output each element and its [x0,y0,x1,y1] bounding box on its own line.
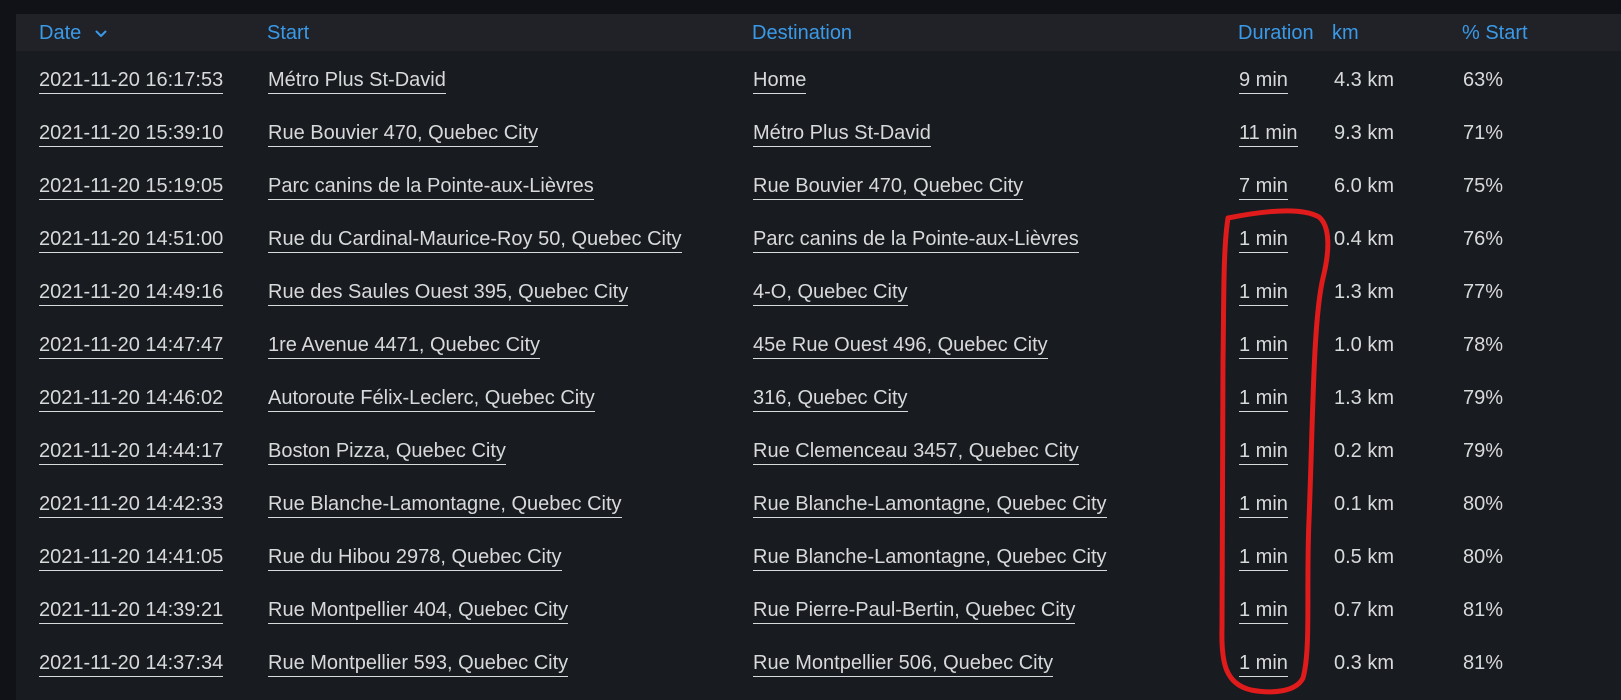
cell-pct-start: 63% [1463,69,1504,91]
cell-start[interactable]: Parc canins de la Pointe-aux-Lièvres [268,175,594,200]
cell-pct-start: 79% [1463,387,1504,409]
trips-table-panel: Date Start Destination Duration km % Sta… [16,14,1621,700]
column-header-pct-start[interactable]: % Start [1462,22,1528,44]
cell-destination[interactable]: Rue Blanche-Lamontagne, Quebec City [753,546,1107,571]
cell-date[interactable]: 2021-11-20 14:47:47 [39,334,224,359]
cell-km: 0.3 km [1334,652,1395,674]
cell-km: 1.3 km [1334,387,1395,409]
cell-pct-start: 80% [1463,546,1504,568]
cell-pct-start: 77% [1463,281,1504,303]
cell-pct-start: 81% [1463,652,1504,674]
table-row: 2021-11-20 14:47:47 1re Avenue 4471, Queb… [16,316,1621,369]
cell-destination[interactable]: 45e Rue Ouest 496, Quebec City [753,334,1048,359]
cell-duration[interactable]: 1 min [1239,334,1288,359]
chevron-down-icon[interactable] [95,21,107,43]
cell-date[interactable]: 2021-11-20 15:39:10 [39,122,224,147]
cell-km: 6.0 km [1334,175,1395,197]
cell-destination[interactable]: 316, Quebec City [753,387,908,412]
cell-duration[interactable]: 1 min [1239,599,1288,624]
cell-pct-start: 81% [1463,599,1504,621]
cell-date[interactable]: 2021-11-20 14:39:21 [39,599,224,624]
cell-pct-start: 75% [1463,175,1504,197]
cell-km: 9.3 km [1334,122,1395,144]
cell-start[interactable]: Rue Montpellier 593, Quebec City [268,652,569,677]
cell-destination[interactable]: Home [753,69,807,94]
cell-duration[interactable]: 7 min [1239,175,1288,200]
cell-km: 0.4 km [1334,228,1395,250]
table-header: Date Start Destination Duration km % Sta… [16,14,1621,51]
cell-duration[interactable]: 1 min [1239,493,1288,518]
cell-start[interactable]: Rue Blanche-Lamontagne, Quebec City [268,493,622,518]
cell-destination[interactable]: Rue Bouvier 470, Quebec City [753,175,1024,200]
cell-duration[interactable]: 1 min [1239,546,1288,571]
cell-start[interactable]: Autoroute Félix-Leclerc, Quebec City [268,387,595,412]
cell-pct-start: 79% [1463,440,1504,462]
cell-km: 0.1 km [1334,493,1395,515]
column-header-date-label: Date [39,22,82,44]
column-header-duration[interactable]: Duration [1238,22,1314,44]
cell-date[interactable]: 2021-11-20 14:49:16 [39,281,224,306]
cell-km: 1.0 km [1334,334,1395,356]
cell-duration[interactable]: 1 min [1239,652,1288,677]
cell-start[interactable]: Rue Montpellier 404, Quebec City [268,599,569,624]
cell-destination[interactable]: Rue Pierre-Paul-Bertin, Quebec City [753,599,1076,624]
table-row: 2021-11-20 14:39:21 Rue Montpellier 404, … [16,581,1621,634]
column-header-destination[interactable]: Destination [752,22,852,44]
table-row: 2021-11-20 14:41:05 Rue du Hibou 2978, Qu… [16,528,1621,581]
cell-pct-start: 80% [1463,493,1504,515]
cell-destination[interactable]: Métro Plus St-David [753,122,931,147]
table-body: 2021-11-20 16:17:53 Métro Plus St-David Ho… [16,51,1621,687]
cell-pct-start: 71% [1463,122,1504,144]
cell-duration[interactable]: 11 min [1239,122,1298,147]
cell-date[interactable]: 2021-11-20 14:46:02 [39,387,224,412]
table-row: 2021-11-20 15:39:10 Rue Bouvier 470, Queb… [16,104,1621,157]
cell-start[interactable]: Rue du Cardinal-Maurice-Roy 50, Quebec C… [268,228,682,253]
table-row: 2021-11-20 15:19:05 Parc canins de la Poi… [16,157,1621,210]
cell-pct-start: 76% [1463,228,1504,250]
cell-start[interactable]: Rue du Hibou 2978, Quebec City [268,546,562,571]
column-header-start[interactable]: Start [267,22,309,44]
cell-start[interactable]: Rue des Saules Ouest 395, Quebec City [268,281,629,306]
cell-duration[interactable]: 1 min [1239,387,1288,412]
cell-km: 0.5 km [1334,546,1395,568]
table-row: 2021-11-20 14:46:02 Autoroute Félix-Lecle… [16,369,1621,422]
dashboard-viewport: Date Start Destination Duration km % Sta… [0,0,1621,700]
cell-date[interactable]: 2021-11-20 14:41:05 [39,546,224,571]
table-row: 2021-11-20 14:42:33 Rue Blanche-Lamontagn… [16,475,1621,528]
cell-destination[interactable]: Parc canins de la Pointe-aux-Lièvres [753,228,1079,253]
cell-date[interactable]: 2021-11-20 14:51:00 [39,228,224,253]
cell-duration[interactable]: 1 min [1239,440,1288,465]
cell-km: 4.3 km [1334,69,1395,91]
cell-date[interactable]: 2021-11-20 16:17:53 [39,69,224,94]
cell-pct-start: 78% [1463,334,1504,356]
cell-destination[interactable]: Rue Clemenceau 3457, Quebec City [753,440,1079,465]
cell-km: 0.2 km [1334,440,1395,462]
cell-date[interactable]: 2021-11-20 14:37:34 [39,652,224,677]
cell-start[interactable]: Boston Pizza, Quebec City [268,440,506,465]
cell-destination[interactable]: 4-O, Quebec City [753,281,908,306]
cell-km: 0.7 km [1334,599,1395,621]
cell-start[interactable]: Métro Plus St-David [268,69,446,94]
table-row: 2021-11-20 14:51:00 Rue du Cardinal-Mauri… [16,210,1621,263]
cell-duration[interactable]: 1 min [1239,228,1288,253]
cell-km: 1.3 km [1334,281,1395,303]
column-header-date[interactable]: Date [39,22,107,44]
table-row: 2021-11-20 14:49:16 Rue des Saules Ouest … [16,263,1621,316]
cell-date[interactable]: 2021-11-20 14:42:33 [39,493,224,518]
cell-start[interactable]: 1re Avenue 4471, Quebec City [268,334,541,359]
table-row: 2021-11-20 14:44:17 Boston Pizza, Quebec … [16,422,1621,475]
table-row: 2021-11-20 14:37:34 Rue Montpellier 593, … [16,634,1621,687]
cell-start[interactable]: Rue Bouvier 470, Quebec City [268,122,539,147]
table-row: 2021-11-20 16:17:53 Métro Plus St-David Ho… [16,51,1621,104]
cell-date[interactable]: 2021-11-20 15:19:05 [39,175,224,200]
cell-duration[interactable]: 1 min [1239,281,1288,306]
cell-duration[interactable]: 9 min [1239,69,1288,94]
cell-destination[interactable]: Rue Blanche-Lamontagne, Quebec City [753,493,1107,518]
cell-date[interactable]: 2021-11-20 14:44:17 [39,440,224,465]
column-header-km[interactable]: km [1332,22,1359,44]
cell-destination[interactable]: Rue Montpellier 506, Quebec City [753,652,1054,677]
